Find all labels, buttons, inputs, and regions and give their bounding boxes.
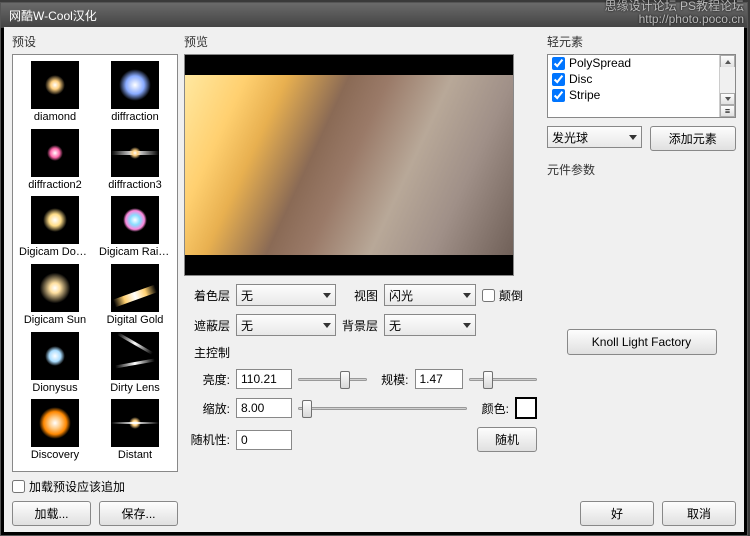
preset-label: diffraction [99, 111, 171, 123]
scroll-down-icon[interactable] [720, 93, 735, 105]
preset-item[interactable]: diamond [19, 61, 91, 127]
preview-viewport[interactable] [184, 54, 514, 276]
watermark: 思缘设计论坛 PS教程论坛 http://photo.poco.cn [605, 0, 744, 26]
element-checkbox[interactable] [552, 89, 565, 102]
preset-thumb [31, 264, 79, 312]
scroll-menu-icon[interactable]: ≡ [720, 105, 735, 117]
preset-label: Digicam Rainbo... [99, 246, 171, 258]
preset-thumb [111, 332, 159, 380]
preset-thumb [111, 264, 159, 312]
load-button[interactable]: 加载... [12, 501, 91, 526]
color-layer-select[interactable]: 无 [236, 284, 336, 306]
preset-thumb [111, 399, 159, 447]
element-item[interactable]: PolySpread [548, 55, 719, 71]
color-label: 颜色: [473, 400, 509, 417]
bg-layer-label: 背景层 [342, 317, 378, 334]
preset-label: diamond [19, 111, 91, 123]
element-checkbox[interactable] [552, 73, 565, 86]
mask-layer-select[interactable]: 无 [236, 314, 336, 336]
elements-label: 轻元素 [547, 33, 736, 50]
random-label: 随机性: [186, 431, 230, 448]
knoll-light-factory-button[interactable]: Knoll Light Factory [567, 329, 717, 355]
dialog-window: 网酷W-Cool汉化 预设 diamond diffraction diffract… [0, 2, 748, 536]
preset-label: Distant [99, 449, 171, 461]
main-control-label: 主控制 [186, 344, 230, 361]
preset-label: Discovery [19, 449, 91, 461]
dialog-content: 预设 diamond diffraction diffraction2 diffrac… [4, 27, 744, 532]
scale-label: 规模: [373, 371, 409, 388]
view-select[interactable]: 闪光 [384, 284, 476, 306]
bg-layer-select[interactable]: 无 [384, 314, 476, 336]
zoom-input[interactable]: 8.00 [236, 398, 292, 418]
element-checkbox[interactable] [552, 57, 565, 70]
scale-input[interactable]: 1.47 [415, 369, 463, 389]
element-item[interactable]: Disc [548, 71, 719, 87]
preset-label: Digicam Sun [19, 314, 91, 326]
preset-thumb [31, 196, 79, 244]
save-button[interactable]: 保存... [99, 501, 178, 526]
color-layer-label: 着色层 [186, 287, 230, 304]
preview-image [185, 75, 513, 255]
ok-button[interactable]: 好 [580, 501, 654, 526]
invert-checkbox[interactable]: 颠倒 [482, 287, 523, 304]
cancel-button[interactable]: 取消 [662, 501, 736, 526]
preset-thumb [31, 399, 79, 447]
window-title: 网酷W-Cool汉化 [9, 9, 97, 23]
presets-listbox[interactable]: diamond diffraction diffraction2 diffractio… [12, 54, 178, 472]
mask-layer-label: 遮蔽层 [186, 317, 230, 334]
preset-label: Digital Gold [99, 314, 171, 326]
preset-thumb [111, 129, 159, 177]
element-label: Stripe [569, 88, 600, 102]
append-preset-label: 加载预设应该追加 [29, 478, 125, 495]
preset-item[interactable]: Dionysus [19, 332, 91, 398]
preset-label: Digicam Doubl... [19, 246, 91, 258]
brightness-slider[interactable] [298, 369, 367, 389]
preset-item[interactable]: Dirty Lens [99, 332, 171, 398]
preset-thumb [31, 332, 79, 380]
zoom-label: 缩放: [186, 400, 230, 417]
append-preset-input[interactable] [12, 480, 25, 493]
brightness-input[interactable]: 110.21 [236, 369, 292, 389]
presets-panel: 预设 diamond diffraction diffraction2 diffrac… [4, 27, 184, 532]
elements-listbox[interactable]: PolySpread Disc Stripe ≡ [547, 54, 736, 118]
random-button[interactable]: 随机 [477, 427, 537, 452]
preset-item[interactable]: Digicam Doubl... [19, 196, 91, 262]
glow-type-select[interactable]: 发光球 [547, 126, 642, 148]
preset-item[interactable]: Digital Gold [99, 264, 171, 330]
add-element-button[interactable]: 添加元素 [650, 126, 737, 151]
preset-thumb [31, 61, 79, 109]
elements-scrollbar[interactable]: ≡ [719, 55, 735, 117]
params-label: 元件参数 [547, 161, 736, 178]
element-item[interactable]: Stripe [548, 87, 719, 103]
element-label: PolySpread [569, 56, 631, 70]
preset-label: diffraction3 [99, 179, 171, 191]
preset-item[interactable]: diffraction3 [99, 129, 171, 195]
zoom-slider[interactable] [298, 398, 467, 418]
color-swatch[interactable] [515, 397, 537, 419]
preset-item[interactable]: Digicam Rainbo... [99, 196, 171, 262]
preset-item[interactable]: diffraction [99, 61, 171, 127]
presets-label: 预设 [12, 33, 178, 50]
append-preset-checkbox[interactable]: 加载预设应该追加 [12, 478, 178, 495]
preset-item[interactable]: Distant [99, 399, 171, 465]
preset-item[interactable]: Digicam Sun [19, 264, 91, 330]
elements-panel: 轻元素 PolySpread Disc Stripe ≡ 发光球 添加元素 元件… [539, 27, 744, 532]
random-input[interactable]: 0 [236, 430, 292, 450]
preset-thumb [31, 129, 79, 177]
preview-panel: 预览 着色层 无 视图 闪光 颠倒 [184, 27, 539, 532]
preset-thumb [111, 196, 159, 244]
element-label: Disc [569, 72, 592, 86]
scroll-up-icon[interactable] [720, 55, 735, 67]
scale-slider[interactable] [469, 369, 538, 389]
brightness-label: 亮度: [186, 371, 230, 388]
preview-label: 预览 [184, 33, 539, 50]
preset-label: Dionysus [19, 382, 91, 394]
preset-item[interactable]: Discovery [19, 399, 91, 465]
preset-label: diffraction2 [19, 179, 91, 191]
preset-item[interactable]: diffraction2 [19, 129, 91, 195]
preset-label: Dirty Lens [99, 382, 171, 394]
preset-thumb [111, 61, 159, 109]
view-label: 视图 [342, 287, 378, 304]
